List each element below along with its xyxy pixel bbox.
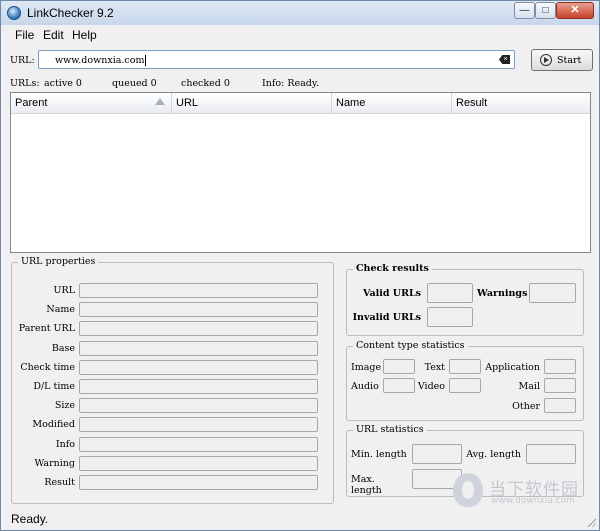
column-name[interactable]: Name xyxy=(332,93,452,113)
audio-count-field xyxy=(383,378,415,393)
url-property-label: Size xyxy=(54,400,75,411)
valid-urls-field xyxy=(427,283,473,303)
avg-length-field xyxy=(526,444,576,464)
sort-ascending-icon xyxy=(155,98,165,105)
clear-icon[interactable]: × xyxy=(499,55,510,64)
url-property-label: Base xyxy=(51,343,75,354)
warnings-field xyxy=(529,283,576,303)
avg-length-label: Avg. length xyxy=(466,449,521,460)
close-button[interactable]: ✕ xyxy=(556,2,594,19)
url-property-label: Info xyxy=(55,439,75,450)
urls-label: URLs: xyxy=(10,78,40,89)
image-count-field xyxy=(383,359,415,374)
url-statistics-title: URL statistics xyxy=(353,424,427,435)
maximize-button[interactable]: □ xyxy=(535,2,556,19)
url-property-label: Result xyxy=(44,477,75,488)
min-length-field xyxy=(412,444,462,464)
url-property-field xyxy=(79,398,318,413)
image-label: Image xyxy=(351,362,382,373)
url-property-label: Warning xyxy=(34,458,75,469)
active-count: active 0 xyxy=(44,78,82,89)
check-results-title: Check results xyxy=(353,263,432,274)
application-count-field xyxy=(544,359,576,374)
mail-label: Mail xyxy=(518,381,540,392)
title-bar[interactable]: LinkChecker 9.2 — □ ✕ xyxy=(1,1,599,25)
url-property-field xyxy=(79,437,318,452)
resize-grip-icon[interactable] xyxy=(586,517,596,527)
column-parent-label: Parent xyxy=(15,97,48,109)
info-text: Info: Ready. xyxy=(262,78,319,89)
max-length-label: Max. length xyxy=(351,474,382,496)
status-bar: Ready. xyxy=(1,509,599,530)
queued-count: queued 0 xyxy=(112,78,157,89)
url-property-label: URL xyxy=(53,285,75,296)
url-property-label: Parent URL xyxy=(18,323,75,334)
mail-count-field xyxy=(544,378,576,393)
url-property-field xyxy=(79,321,318,336)
url-properties-title: URL properties xyxy=(18,256,99,267)
text-label: Text xyxy=(424,362,445,373)
column-name-label: Name xyxy=(336,97,366,109)
url-property-label: Name xyxy=(46,304,75,315)
url-property-label: Check time xyxy=(20,362,75,373)
url-label: URL: xyxy=(10,55,35,66)
watermark-logo-icon xyxy=(453,473,483,507)
menu-file[interactable]: File xyxy=(15,28,34,42)
play-icon xyxy=(540,54,552,66)
url-property-field xyxy=(79,302,318,317)
column-parent[interactable]: Parent xyxy=(11,93,172,113)
menu-bar: File Edit Help xyxy=(1,26,599,44)
audio-label: Audio xyxy=(351,381,379,392)
watermark: 当下软件园 www.downxia.com xyxy=(453,473,587,509)
text-count-field xyxy=(449,359,481,374)
url-input[interactable]: www.downxia.com × xyxy=(38,50,515,69)
content-type-statistics-title: Content type statistics xyxy=(353,340,468,351)
valid-urls-label: Valid URLs xyxy=(362,288,421,299)
menu-help[interactable]: Help xyxy=(72,28,97,42)
invalid-urls-label: Invalid URLs xyxy=(352,312,421,323)
status-bar-text: Ready. xyxy=(11,512,49,526)
application-label: Application xyxy=(485,362,540,373)
app-globe-icon xyxy=(7,6,21,20)
column-url[interactable]: URL xyxy=(172,93,332,113)
url-property-label: D/L time xyxy=(33,381,75,392)
results-table[interactable]: Parent URL Name Result xyxy=(10,92,591,253)
start-button-label: Start xyxy=(557,55,582,66)
warnings-label: Warnings xyxy=(477,288,528,299)
minimize-button[interactable]: — xyxy=(514,2,535,19)
url-property-field xyxy=(79,283,318,298)
window-title: LinkChecker 9.2 xyxy=(27,6,114,20)
url-property-field xyxy=(79,475,318,490)
watermark-url: www.downxia.com xyxy=(491,496,575,506)
menu-edit[interactable]: Edit xyxy=(43,28,64,42)
url-property-label: Modified xyxy=(32,419,75,430)
video-count-field xyxy=(449,378,481,393)
url-input-value: www.downxia.com xyxy=(55,55,147,66)
start-button[interactable]: Start xyxy=(531,49,593,71)
other-label: Other xyxy=(512,401,540,412)
other-count-field xyxy=(544,398,576,413)
url-property-field xyxy=(79,456,318,471)
min-length-label: Min. length xyxy=(351,449,407,460)
video-label: Video xyxy=(417,381,445,392)
table-header: Parent URL Name Result xyxy=(11,93,590,114)
main-window: LinkChecker 9.2 — □ ✕ File Edit Help URL… xyxy=(0,0,600,531)
invalid-urls-field xyxy=(427,307,473,327)
column-result-label: Result xyxy=(456,97,488,109)
url-property-field xyxy=(79,379,318,394)
url-property-field xyxy=(79,417,318,432)
url-property-field xyxy=(79,341,318,356)
checked-count: checked 0 xyxy=(181,78,230,89)
column-result[interactable]: Result xyxy=(452,93,590,113)
column-url-label: URL xyxy=(176,97,199,109)
url-property-field xyxy=(79,360,318,375)
